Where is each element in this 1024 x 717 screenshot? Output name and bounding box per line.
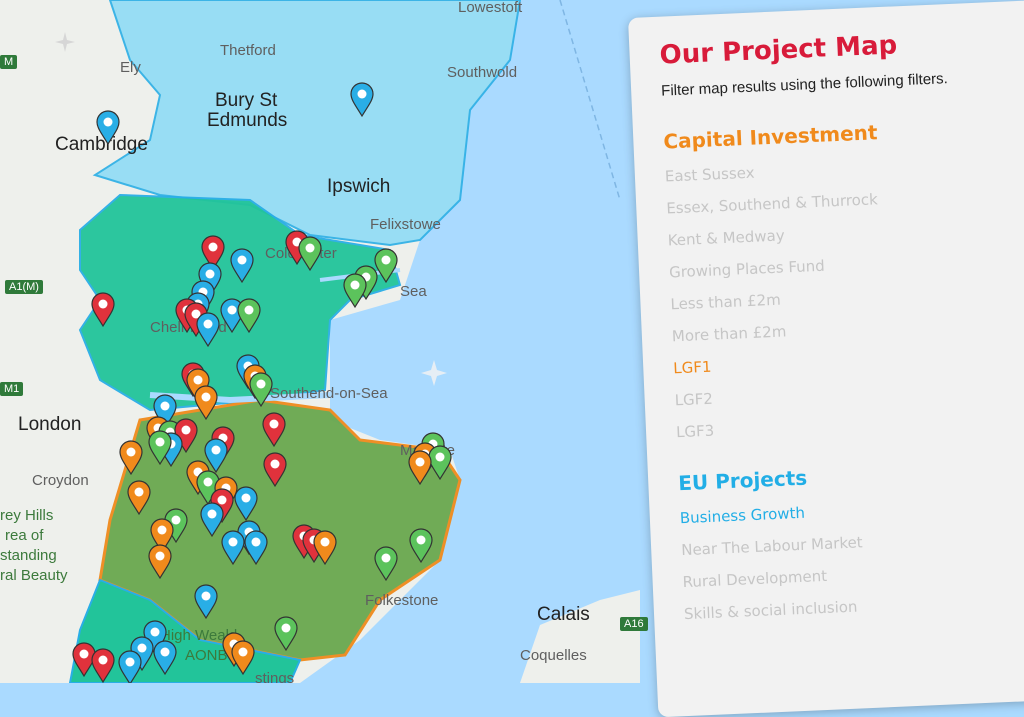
place-label: Felixstowe xyxy=(370,216,441,233)
place-label: Lowestoft xyxy=(458,0,523,16)
road-shield-a16: A16 xyxy=(620,617,648,631)
filter-east-sussex[interactable]: East Sussex xyxy=(665,151,1024,186)
place-label: Folkestone xyxy=(365,592,438,609)
filter-less-than-2m[interactable]: Less than £2m xyxy=(670,279,1024,314)
filter-lgf2[interactable]: LGF2 xyxy=(674,375,1024,410)
filter-growing-places-fund[interactable]: Growing Places Fund xyxy=(669,247,1024,282)
filter-near-labour-market[interactable]: Near The Labour Market xyxy=(681,525,1024,559)
aonb-label: AONB xyxy=(185,647,228,664)
filter-lgf3[interactable]: LGF3 xyxy=(676,407,1024,442)
filter-skills-social-inclusion[interactable]: Skills & social inclusion xyxy=(684,589,1024,624)
place-label: Edmunds xyxy=(207,110,287,131)
place-label: London xyxy=(18,414,81,435)
aonb-label: standing xyxy=(0,547,57,564)
filter-lgf1[interactable]: LGF1 xyxy=(673,343,1024,378)
section-heading-eu-projects: EU Projects xyxy=(677,465,808,496)
place-label: stings xyxy=(255,670,294,683)
place-label: Cambridge xyxy=(55,134,148,155)
panel-subtitle: Filter map results using the following f… xyxy=(660,70,949,100)
page-title: Our Project Map xyxy=(659,30,898,71)
filter-section-eu: EU Projects Business Growth Near The Lab… xyxy=(678,455,1024,623)
place-label: Southend-on-Sea xyxy=(270,385,388,402)
place-label: Croydon xyxy=(32,472,89,489)
place-label: Southwold xyxy=(447,64,517,81)
road-shield-m: M xyxy=(0,55,18,69)
section-heading-capital-investment: Capital Investment xyxy=(662,120,878,154)
place-label: Ipswich xyxy=(327,176,390,197)
filter-section-capital: Capital Investment East Sussex Essex, So… xyxy=(663,113,1024,441)
place-label: Calais xyxy=(537,604,590,625)
aonb-label: ral Beauty xyxy=(0,567,68,584)
place-label: Sea xyxy=(400,283,427,300)
filter-more-than-2m[interactable]: More than £2m xyxy=(672,311,1024,345)
filter-business-growth[interactable]: Business Growth xyxy=(679,493,1024,527)
place-label: Bury St xyxy=(215,90,278,111)
place-label: Coquelles xyxy=(520,647,587,664)
aonb-label: rey Hills xyxy=(0,507,53,524)
filter-kent-medway[interactable]: Kent & Medway xyxy=(667,215,1024,249)
place-label: Ely xyxy=(120,59,141,76)
road-shield-m1: M1 xyxy=(0,382,24,396)
aonb-label: rea of xyxy=(5,527,44,544)
filter-panel: Our Project Map Filter map results using… xyxy=(628,0,1024,717)
place-label: Thetford xyxy=(220,42,276,59)
filter-rural-development[interactable]: Rural Development xyxy=(682,557,1024,591)
road-shield-a1m: A1(M) xyxy=(5,280,43,294)
filter-essex-southend-thurrock[interactable]: Essex, Southend & Thurrock xyxy=(666,183,1024,217)
